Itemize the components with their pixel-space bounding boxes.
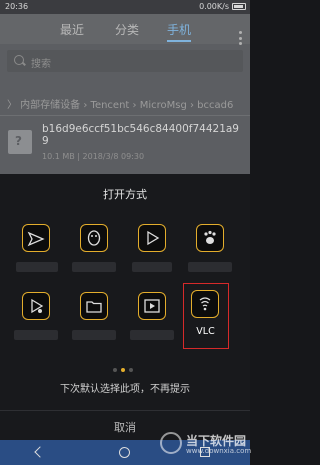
- watermark-url: www.downxia.com: [186, 447, 252, 455]
- default-hint-checkbox[interactable]: 下次默认选择此项，不再提示: [0, 380, 250, 395]
- network-speed: 0.00K/s: [199, 2, 229, 11]
- status-time: 20:36: [5, 2, 29, 11]
- page-indicator: [113, 368, 133, 372]
- app-5-label: [14, 330, 58, 340]
- tab-phone[interactable]: 手机: [167, 21, 191, 38]
- file-meta: 10.1 MB | 2018/3/8 09:30: [42, 152, 145, 161]
- file-name[interactable]: b16d9e6ccf51bc546c84400f74421a99: [42, 123, 242, 147]
- vlc-label: VLC: [196, 326, 215, 337]
- app-3-button[interactable]: [138, 224, 166, 252]
- app-6-label: [72, 330, 116, 340]
- tab-category[interactable]: 分类: [115, 21, 139, 38]
- sheet-title: 打开方式: [103, 188, 147, 201]
- app-3-label: [132, 262, 172, 272]
- tab-underline: [167, 40, 191, 42]
- vlc-icon-frame: [191, 290, 219, 318]
- open-with-sheet: 打开方式 VLC 下次默认选择此项，不再提示 取消: [0, 174, 250, 440]
- vlc-icon: [199, 297, 211, 311]
- divider: [0, 115, 250, 116]
- search-input[interactable]: 搜索: [7, 50, 243, 72]
- back-icon[interactable]: [34, 446, 46, 458]
- app-4-button[interactable]: [196, 224, 224, 252]
- app-2-label: [72, 262, 116, 272]
- home-icon[interactable]: [119, 447, 130, 458]
- tab-recent[interactable]: 最近: [60, 21, 84, 38]
- app-2-button[interactable]: [80, 224, 108, 252]
- app-6-button[interactable]: [80, 292, 108, 320]
- status-bar: 20:36 0.00K/s: [0, 0, 250, 14]
- app-4-label: [188, 262, 232, 272]
- app-5-button[interactable]: [22, 292, 50, 320]
- app-7-button[interactable]: [138, 292, 166, 320]
- vlc-app-button[interactable]: VLC: [183, 283, 229, 349]
- search-placeholder: 搜索: [31, 59, 51, 70]
- search-icon: [14, 55, 24, 65]
- battery-icon: [232, 3, 246, 10]
- page-dot: [113, 368, 117, 372]
- page-dot-active: [121, 368, 125, 372]
- video-player-icon: [31, 298, 44, 314]
- watermark-logo: [160, 432, 182, 454]
- app-1-label: [16, 262, 58, 272]
- breadcrumb[interactable]: 〉 内部存储设备 › Tencent › MicroMsg › bccad6: [7, 96, 233, 111]
- watermark: 当下软件园 www.downxia.com: [158, 430, 251, 460]
- qq-penguin-icon: [87, 230, 101, 246]
- app-1-button[interactable]: [22, 224, 50, 252]
- plane-icon: [27, 231, 45, 247]
- tab-bar: 最近 分类 手机: [0, 14, 250, 45]
- divider: [0, 410, 250, 411]
- page-dot: [129, 368, 133, 372]
- play-icon: [147, 230, 160, 246]
- video-editor-icon: [144, 299, 160, 313]
- more-icon[interactable]: [239, 31, 242, 45]
- paw-icon: [204, 230, 216, 244]
- folder-icon: [86, 301, 102, 313]
- unknown-file-icon: [8, 130, 32, 154]
- app-7-label: [130, 330, 174, 340]
